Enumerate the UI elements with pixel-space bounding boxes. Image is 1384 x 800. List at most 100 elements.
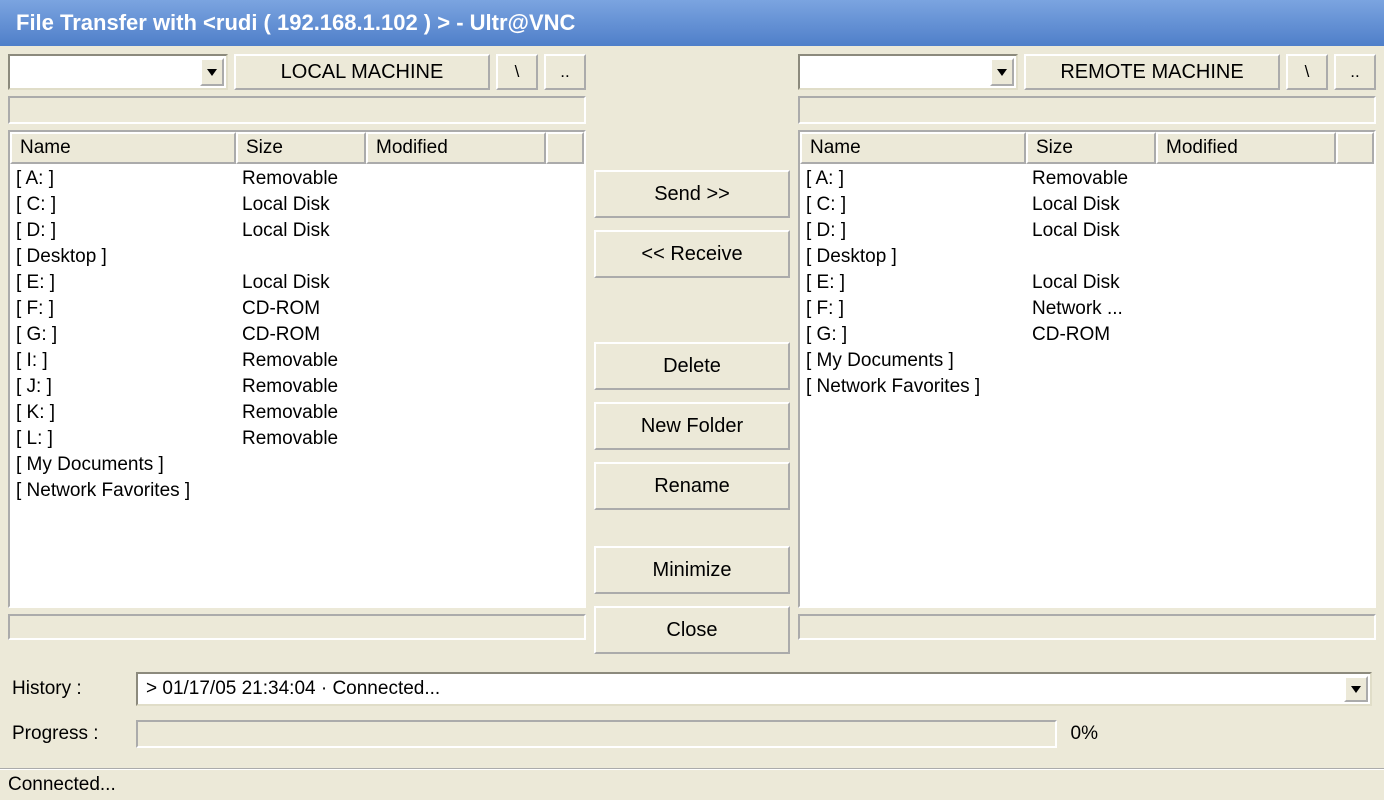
- remote-drive-combo[interactable]: [798, 54, 1018, 90]
- remote-path-bar: [798, 96, 1376, 124]
- cell-size: Removable: [242, 374, 372, 400]
- remote-up-button[interactable]: ..: [1334, 54, 1376, 90]
- chevron-down-icon[interactable]: [200, 58, 224, 86]
- local-path-bar: [8, 96, 586, 124]
- status-bar: Connected...: [0, 768, 1384, 800]
- minimize-button[interactable]: Minimize: [594, 546, 790, 594]
- receive-button[interactable]: << Receive: [594, 230, 790, 278]
- progress-percent: 0%: [1071, 723, 1098, 745]
- window-title: File Transfer with <rudi ( 192.168.1.102…: [16, 10, 575, 35]
- cell-modified: [372, 270, 552, 296]
- chevron-down-icon[interactable]: [990, 58, 1014, 86]
- list-item[interactable]: [ L: ]Removable: [16, 426, 584, 452]
- column-spacer: [546, 132, 584, 164]
- cell-name: [ E: ]: [806, 270, 1032, 296]
- list-item[interactable]: [ D: ]Local Disk: [806, 218, 1374, 244]
- cell-size: Local Disk: [242, 192, 372, 218]
- action-column: Send >> << Receive Delete New Folder Ren…: [594, 54, 790, 654]
- cell-size: CD-ROM: [242, 296, 372, 322]
- list-item[interactable]: [ J: ]Removable: [16, 374, 584, 400]
- cell-modified: [372, 322, 552, 348]
- progress-label: Progress :: [12, 723, 122, 745]
- cell-modified: [1162, 322, 1342, 348]
- column-modified[interactable]: Modified: [366, 132, 546, 164]
- list-item[interactable]: [ C: ]Local Disk: [806, 192, 1374, 218]
- cell-size: Removable: [1032, 166, 1162, 192]
- cell-size: Local Disk: [242, 270, 372, 296]
- list-item[interactable]: [ G: ]CD-ROM: [16, 322, 584, 348]
- cell-size: Network ...: [1032, 296, 1162, 322]
- cell-size: [242, 452, 372, 478]
- cell-name: [ E: ]: [16, 270, 242, 296]
- list-item[interactable]: [ I: ]Removable: [16, 348, 584, 374]
- list-item[interactable]: [ A: ]Removable: [16, 166, 584, 192]
- cell-modified: [1162, 374, 1342, 400]
- rename-button[interactable]: Rename: [594, 462, 790, 510]
- cell-name: [ C: ]: [806, 192, 1032, 218]
- local-up-button[interactable]: ..: [544, 54, 586, 90]
- remote-file-list[interactable]: Name Size Modified [ A: ]Removable[ C: ]…: [798, 130, 1376, 608]
- cell-modified: [372, 218, 552, 244]
- column-size[interactable]: Size: [236, 132, 366, 164]
- cell-size: Local Disk: [1032, 218, 1162, 244]
- local-file-list[interactable]: Name Size Modified [ A: ]Removable[ C: ]…: [8, 130, 586, 608]
- cell-name: [ Network Favorites ]: [16, 478, 242, 504]
- remote-machine-button[interactable]: REMOTE MACHINE: [1024, 54, 1280, 90]
- list-item[interactable]: [ My Documents ]: [16, 452, 584, 478]
- cell-name: [ J: ]: [16, 374, 242, 400]
- status-text: Connected...: [8, 774, 116, 795]
- cell-modified: [1162, 348, 1342, 374]
- local-root-button[interactable]: \: [496, 54, 538, 90]
- cell-name: [ Desktop ]: [806, 244, 1032, 270]
- chevron-down-icon[interactable]: [1344, 676, 1368, 702]
- list-item[interactable]: [ C: ]Local Disk: [16, 192, 584, 218]
- history-combo[interactable]: > 01/17/05 21:34:04 · Connected...: [136, 672, 1372, 706]
- list-item[interactable]: [ Desktop ]: [806, 244, 1374, 270]
- cell-size: Local Disk: [1032, 270, 1162, 296]
- list-item[interactable]: [ K: ]Removable: [16, 400, 584, 426]
- list-item[interactable]: [ Network Favorites ]: [806, 374, 1374, 400]
- local-machine-button[interactable]: LOCAL MACHINE: [234, 54, 490, 90]
- list-item[interactable]: [ G: ]CD-ROM: [806, 322, 1374, 348]
- remote-root-button[interactable]: \: [1286, 54, 1328, 90]
- cell-modified: [372, 400, 552, 426]
- close-button[interactable]: Close: [594, 606, 790, 654]
- delete-button[interactable]: Delete: [594, 342, 790, 390]
- local-drive-combo[interactable]: [8, 54, 228, 90]
- list-item[interactable]: [ Desktop ]: [16, 244, 584, 270]
- cell-modified: [1162, 218, 1342, 244]
- remote-footer-bar: [798, 614, 1376, 640]
- column-spacer: [1336, 132, 1374, 164]
- cell-name: [ G: ]: [16, 322, 242, 348]
- column-name[interactable]: Name: [10, 132, 236, 164]
- cell-size: [242, 244, 372, 270]
- new-folder-button[interactable]: New Folder: [594, 402, 790, 450]
- list-item[interactable]: [ E: ]Local Disk: [16, 270, 584, 296]
- cell-modified: [1162, 296, 1342, 322]
- cell-name: [ My Documents ]: [16, 452, 242, 478]
- list-item[interactable]: [ A: ]Removable: [806, 166, 1374, 192]
- list-item[interactable]: [ Network Favorites ]: [16, 478, 584, 504]
- cell-modified: [372, 192, 552, 218]
- send-button[interactable]: Send >>: [594, 170, 790, 218]
- cell-size: Local Disk: [1032, 192, 1162, 218]
- progress-bar: [136, 720, 1057, 748]
- cell-name: [ K: ]: [16, 400, 242, 426]
- column-name[interactable]: Name: [800, 132, 1026, 164]
- cell-name: [ D: ]: [806, 218, 1032, 244]
- cell-name: [ A: ]: [16, 166, 242, 192]
- cell-size: [1032, 348, 1162, 374]
- list-item[interactable]: [ F: ]CD-ROM: [16, 296, 584, 322]
- list-item[interactable]: [ My Documents ]: [806, 348, 1374, 374]
- window-titlebar: File Transfer with <rudi ( 192.168.1.102…: [0, 0, 1384, 46]
- cell-size: Removable: [242, 400, 372, 426]
- list-item[interactable]: [ F: ]Network ...: [806, 296, 1374, 322]
- cell-size: Removable: [242, 348, 372, 374]
- cell-name: [ C: ]: [16, 192, 242, 218]
- column-modified[interactable]: Modified: [1156, 132, 1336, 164]
- column-size[interactable]: Size: [1026, 132, 1156, 164]
- list-item[interactable]: [ E: ]Local Disk: [806, 270, 1374, 296]
- cell-name: [ F: ]: [806, 296, 1032, 322]
- cell-modified: [372, 452, 552, 478]
- list-item[interactable]: [ D: ]Local Disk: [16, 218, 584, 244]
